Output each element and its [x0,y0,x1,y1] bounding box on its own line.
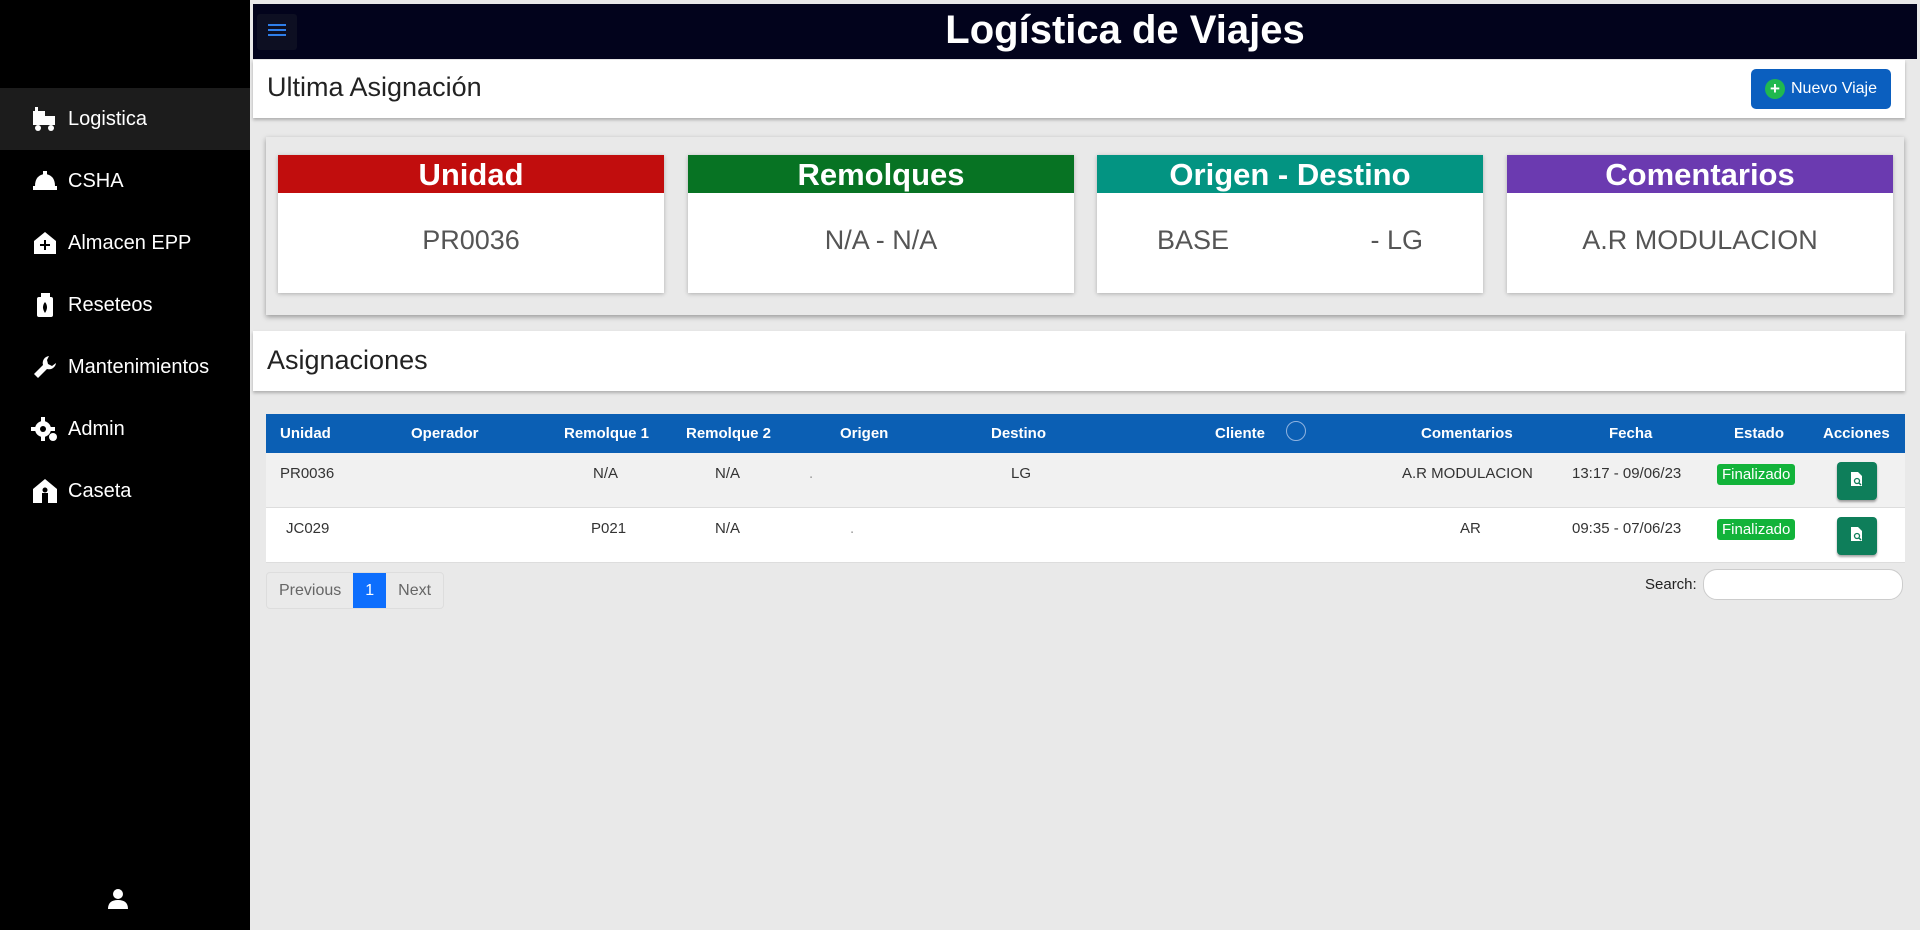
sidebar-item-csha[interactable]: CSHA [0,150,250,212]
card-value: BASE - LG [1097,225,1483,256]
column-header[interactable]: Destino [991,414,1046,453]
cell-fecha: 09:35 - 07/06/23 [1572,520,1682,537]
sidebar-item-mantenimientos[interactable]: Mantenimientos [0,336,250,398]
view-document-button[interactable] [1837,462,1877,500]
card-title: Origen - Destino [1097,155,1483,193]
column-header[interactable]: Unidad [280,414,331,453]
reset-icon [30,290,60,320]
sidebar-item-reseteos[interactable]: Reseteos [0,274,250,336]
card-unidad: Unidad PR0036 [278,155,664,293]
status-badge: Finalizado [1717,519,1796,540]
column-header[interactable]: Remolque 2 [686,414,771,453]
document-search-icon [1850,471,1864,491]
cell-remolque2: N/A [715,520,741,537]
card-title: Remolques [688,155,1074,193]
section-title: Ultima Asignación [267,72,482,102]
pagination: Previous 1 Next [266,572,445,609]
plus-icon: + [1765,79,1785,99]
assignments-header: Asignaciones [253,331,1905,391]
card-value: PR0036 [422,225,520,255]
status-cell: Finalizado [1717,453,1796,507]
sidebar-item-label: Almacen EPP [68,231,192,254]
wrench-icon [30,352,60,382]
sidebar-item-almacen-epp[interactable]: Almacen EPP [0,212,250,274]
card-value-destination: - LG [1370,225,1423,255]
user-icon[interactable] [106,886,130,910]
document-search-icon [1850,526,1864,546]
last-assignment-cards: Unidad PR0036 Remolques N/A - N/A Origen… [266,137,1904,315]
cell-fecha: 13:17 - 09/06/23 [1572,465,1682,482]
card-value-origin: BASE [1157,225,1230,255]
last-assignment-header: Ultima Asignación + Nuevo Viaje [253,60,1905,118]
card-title: Unidad [278,155,664,193]
assignments-table: Unidad Operador Remolque 1 Remolque 2 Or… [266,414,1905,563]
cell-origen: . [850,520,855,537]
new-trip-label: Nuevo Viaje [1791,80,1877,97]
column-header[interactable]: Fecha [1609,414,1652,453]
previous-page-button[interactable]: Previous [267,573,353,608]
next-page-button[interactable]: Next [386,573,443,608]
sidebar-item-label: Admin [68,417,125,440]
column-header[interactable]: Origen [840,414,888,453]
card-comentarios: Comentarios A.R MODULACION [1507,155,1893,293]
page-title: Logística de Viajes [945,8,1305,52]
cell-remolque1: P021 [591,520,627,537]
card-value: N/A - N/A [824,225,938,255]
column-header[interactable]: Acciones [1823,414,1890,453]
actions-cell [1837,453,1877,507]
cell-comentarios: A.R MODULACION [1402,465,1533,482]
card-value: A.R MODULACION [1582,225,1818,255]
column-header[interactable]: Remolque 1 [564,414,649,453]
table-row: PR0036 N/A N/A . LG A.R MODULACION 13:17… [266,453,1905,508]
cell-destino: LG [1011,465,1032,482]
sidebar-item-label: Reseteos [68,293,153,316]
sidebar-item-logistica[interactable]: Logistica [0,88,250,150]
sort-indicator-icon[interactable] [1286,421,1306,441]
guardhouse-icon [30,476,60,506]
cell-origen: . [809,465,814,482]
search-input[interactable] [1703,569,1903,600]
sidebar-item-caseta[interactable]: Caseta [0,460,250,522]
hardhat-icon [30,166,60,196]
card-remolques: Remolques N/A - N/A [688,155,1074,293]
status-badge: Finalizado [1717,464,1796,485]
sidebar-item-label: CSHA [68,169,124,192]
sidebar: Logistica CSHA Almacen EPP Reseteos Mant… [0,0,250,930]
status-cell: Finalizado [1717,508,1796,562]
card-origen-destino: Origen - Destino BASE - LG [1097,155,1483,293]
column-header[interactable]: Cliente [1215,414,1265,453]
column-header[interactable]: Operador [411,414,479,453]
cell-remolque2: N/A [715,465,741,482]
table-row: JC029 P021 N/A . AR 09:35 - 07/06/23 Fin… [266,508,1905,563]
section-title: Asignaciones [267,345,428,375]
warehouse-plus-icon [30,228,60,258]
sidebar-item-label: Mantenimientos [68,355,210,378]
new-trip-button[interactable]: + Nuevo Viaje [1751,69,1891,109]
cell-unidad: JC029 [286,520,330,537]
search-label: Search: [1645,576,1697,593]
actions-cell [1837,508,1877,562]
column-header[interactable]: Estado [1734,414,1784,453]
cell-remolque1: N/A [593,465,619,482]
top-bar: Logística de Viajes [253,4,1917,59]
sidebar-item-label: Logistica [68,107,147,130]
page-1-button[interactable]: 1 [353,573,387,608]
truck-icon [30,104,60,134]
cell-unidad: PR0036 [280,465,335,482]
view-document-button[interactable] [1837,517,1877,555]
sidebar-item-label: Caseta [68,479,132,502]
card-title: Comentarios [1507,155,1893,193]
logo [0,0,250,88]
cell-comentarios: AR [1460,520,1481,537]
sidebar-item-admin[interactable]: Admin [0,398,250,460]
gear-icon [30,414,60,444]
column-header[interactable]: Comentarios [1421,414,1513,453]
table-header: Unidad Operador Remolque 1 Remolque 2 Or… [266,414,1905,453]
